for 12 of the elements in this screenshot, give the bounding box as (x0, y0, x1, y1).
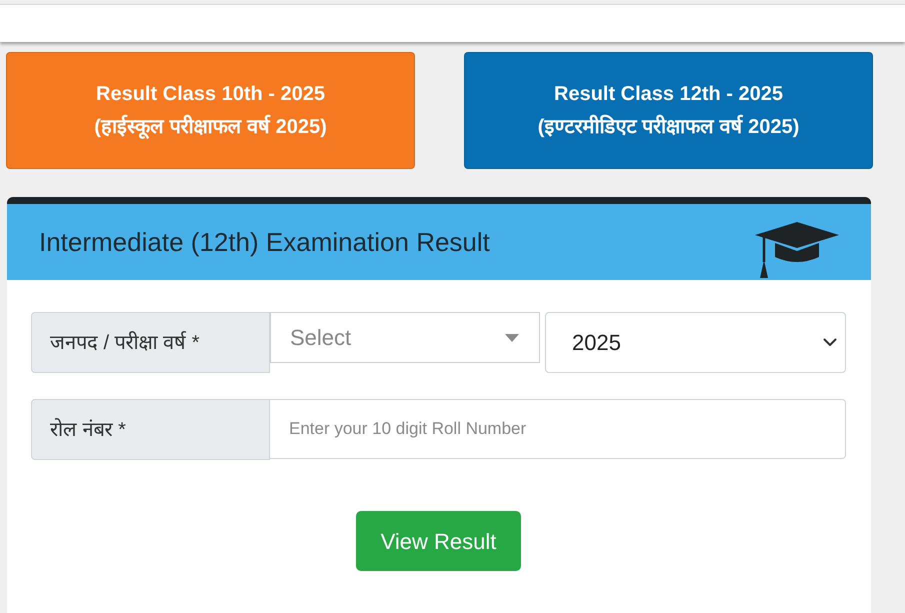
chevron-down-icon (823, 338, 837, 347)
result-link-button[interactable]: Result Class 12th - 2025 (इण्टरमीडिएट परीक्षाफल वर्ष 2025) (464, 52, 873, 169)
year-select[interactable]: 2025 (545, 312, 846, 373)
view-result-button[interactable]: View Result (356, 511, 521, 571)
roll-number-input[interactable]: Enter your 10 digit Roll Number (270, 399, 846, 459)
graduation-cap-icon (755, 222, 839, 278)
result-link-button[interactable]: Result Class 10th - 2025 (हाईस्कूल परीक्षाफल वर्ष 2025) (6, 52, 415, 169)
card-title: Intermediate (12th) Examination Result (39, 226, 490, 258)
field-label: जनपद / परीक्षा वर्ष * (31, 312, 270, 373)
district-dropdown[interactable]: Select (270, 312, 540, 363)
field-label: रोल नंबर * (31, 399, 270, 460)
caret-down-icon (505, 334, 519, 342)
